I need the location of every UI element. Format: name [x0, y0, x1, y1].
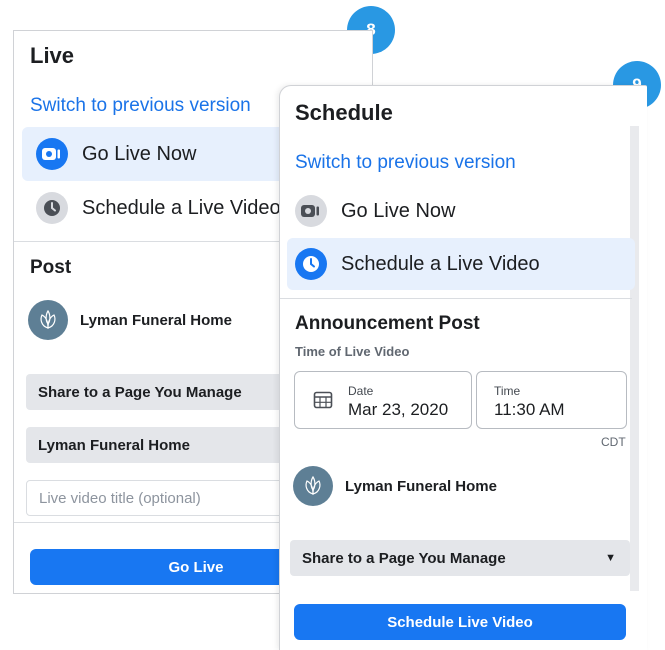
date-label: Date: [348, 384, 374, 398]
video-camera-icon: [36, 138, 68, 170]
page-name: Lyman Funeral Home: [345, 477, 497, 495]
date-value: Mar 23, 2020: [348, 400, 449, 419]
switch-to-previous-version-link[interactable]: Switch to previous version: [30, 95, 251, 117]
share-to-page-select[interactable]: Share to a Page You Manage ▼: [290, 540, 630, 576]
avatar: [28, 300, 68, 340]
caret-down-icon: ▼: [605, 552, 616, 564]
time-picker[interactable]: Time 11:30 AM: [476, 371, 627, 429]
panel-title: Live: [30, 43, 75, 68]
option-schedule-live-video[interactable]: Schedule a Live Video: [287, 238, 635, 290]
option-label: Go Live Now: [82, 142, 197, 165]
page-identity: Lyman Funeral Home: [28, 300, 232, 340]
schedule-live-video-button[interactable]: Schedule Live Video: [294, 604, 626, 640]
option-go-live-now[interactable]: Go Live Now: [287, 185, 635, 237]
time-value: 11:30 AM: [494, 400, 565, 419]
switch-to-previous-version-link[interactable]: Switch to previous version: [295, 152, 516, 174]
date-picker[interactable]: Date Mar 23, 2020: [294, 371, 472, 429]
schedule-panel: Schedule Switch to previous version Go L…: [279, 85, 647, 650]
page-name: Lyman Funeral Home: [80, 311, 232, 329]
timezone-label: CDT: [601, 435, 626, 449]
clock-icon: [295, 248, 327, 280]
divider: [280, 298, 632, 299]
avatar: [293, 466, 333, 506]
time-label: Time: [494, 384, 521, 398]
clock-icon: [36, 192, 68, 224]
post-heading: Post: [30, 257, 72, 278]
time-of-live-video-label: Time of Live Video: [295, 344, 410, 359]
video-camera-icon: [295, 195, 327, 227]
option-label: Schedule a Live Video: [82, 196, 281, 219]
page-identity: Lyman Funeral Home: [293, 466, 497, 506]
announcement-post-heading: Announcement Post: [295, 313, 480, 334]
share-select-label: Share to a Page You Manage: [302, 549, 506, 567]
option-label: Go Live Now: [341, 199, 456, 222]
calendar-icon: [313, 390, 333, 415]
panel-title: Schedule: [295, 100, 393, 125]
option-label: Schedule a Live Video: [341, 252, 540, 275]
